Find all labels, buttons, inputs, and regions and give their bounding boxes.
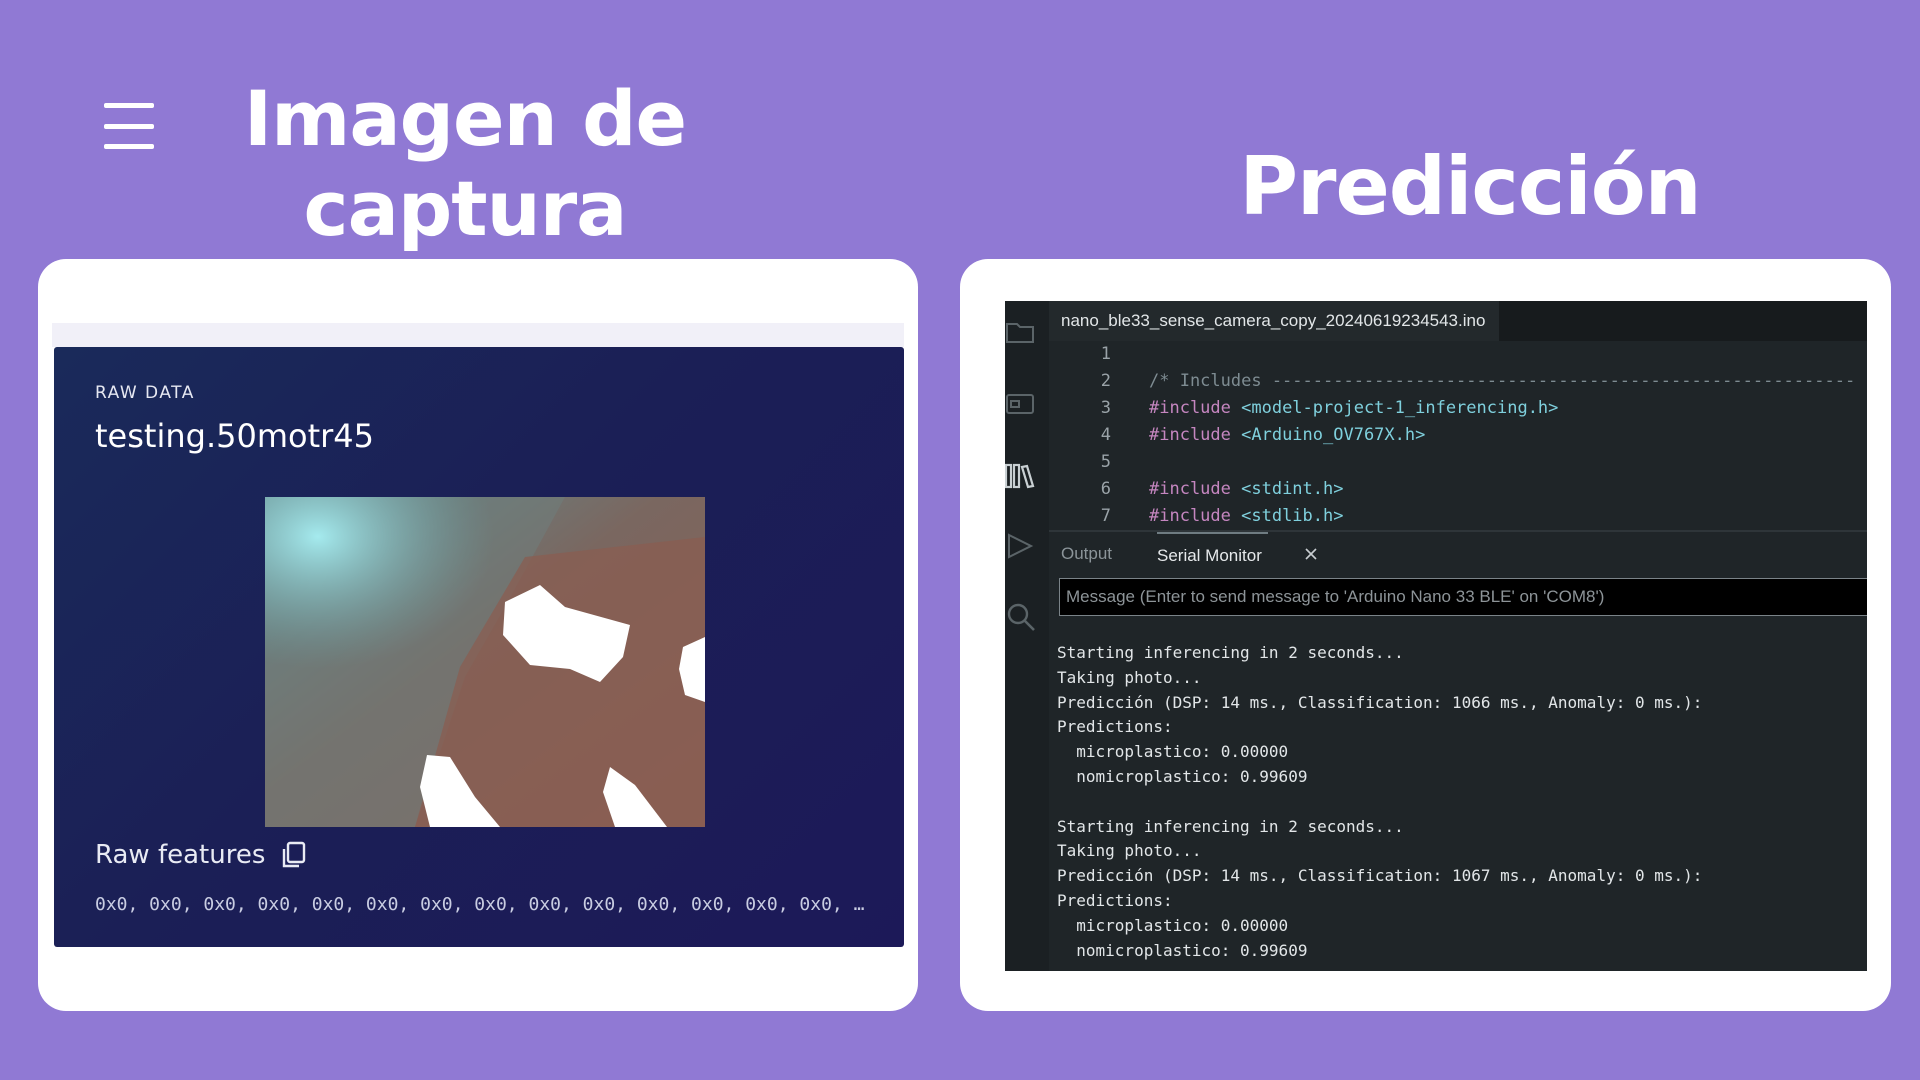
raw-features-header: Raw features	[95, 840, 307, 870]
serial-line: Predicción (DSP: 14 ms., Classification:…	[1057, 866, 1703, 886]
serial-line: Predicción (DSP: 14 ms., Classification:…	[1057, 692, 1703, 712]
raw-features-title: Raw features	[95, 840, 266, 870]
code-line: 2 /* Includes ---------------------------…	[1049, 368, 1867, 394]
captured-image	[265, 497, 705, 827]
card-top-strip	[52, 323, 904, 347]
tab-serial-monitor[interactable]: Serial Monitor	[1157, 532, 1268, 578]
code-line: 3 #include <model-project-1_inferencing.h…	[1049, 395, 1867, 421]
library-icon[interactable]	[1005, 459, 1039, 493]
code-line: 7 #include <stdlib.h>	[1049, 503, 1867, 529]
serial-line: Predictions:	[1057, 890, 1173, 910]
file-tab-bar: nano_ble33_sense_camera_copy_20240619234…	[1049, 301, 1867, 341]
menu-bar	[104, 144, 154, 149]
search-icon[interactable]	[1005, 601, 1039, 635]
menu-bar	[104, 123, 154, 129]
serial-line: microplastico: 0.00000	[1057, 915, 1289, 935]
line-number: 1	[1100, 344, 1111, 364]
serial-line: Starting inferencing in 2 seconds...	[1057, 643, 1404, 662]
activity-bar	[1005, 301, 1049, 971]
code-line: 4 #include <Arduino_OV767X.h>	[1049, 422, 1867, 448]
serial-line: microplastico: 0.00000	[1057, 742, 1289, 762]
code-line: 6 #include <stdint.h>	[1049, 476, 1867, 502]
right-heading: Predicción	[1230, 142, 1710, 232]
right-heading-text: Predicción	[1239, 140, 1701, 233]
raw-data-panel: RAW DATA testing.50motr45 Raw features 0…	[54, 347, 904, 947]
arduino-ide: nano_ble33_sense_camera_copy_20240619234…	[1005, 301, 1867, 971]
left-heading: Imagen de captura	[230, 74, 700, 254]
raw-features-values: 0x0, 0x0, 0x0, 0x0, 0x0, 0x0, 0x0, 0x0, …	[95, 894, 865, 915]
line-number: 4	[1100, 425, 1111, 445]
line-number: 6	[1100, 479, 1111, 499]
serial-line: nomicroplastico: 0.99609	[1057, 766, 1308, 786]
bottom-panel-tabs: Output Serial Monitor	[1049, 532, 1867, 576]
sample-name: testing.50motr45	[95, 417, 374, 455]
tab-output[interactable]: Output	[1061, 532, 1112, 576]
copy-icon[interactable]	[281, 841, 307, 869]
hamburger-menu-icon[interactable]	[104, 103, 154, 149]
tab-sketch-file[interactable]: nano_ble33_sense_camera_copy_20240619234…	[1049, 301, 1500, 341]
serial-line: Taking photo...	[1057, 841, 1202, 861]
left-heading-text: Imagen de captura	[243, 74, 687, 253]
folder-icon[interactable]	[1005, 315, 1039, 349]
serial-message-input[interactable]	[1059, 578, 1867, 616]
line-number: 7	[1100, 506, 1111, 526]
serial-line: nomicroplastico: 0.99609	[1057, 940, 1308, 960]
debug-icon[interactable]	[1005, 529, 1039, 563]
code-text: #include <model-project-1_inferencing.h>	[1149, 398, 1559, 418]
code-line: 1	[1049, 341, 1867, 367]
code-line: 5	[1049, 449, 1867, 475]
menu-bar	[104, 103, 154, 108]
code-text: #include <stdlib.h>	[1149, 506, 1344, 526]
code-editor[interactable]: 1 2 /* Includes --------------------------…	[1049, 341, 1867, 530]
line-number: 5	[1100, 452, 1111, 472]
serial-line	[1057, 790, 1867, 815]
serial-line: Taking photo...	[1057, 667, 1202, 687]
code-text: #include <Arduino_OV767X.h>	[1149, 425, 1426, 445]
serial-line: Predictions:	[1057, 717, 1173, 737]
prediction-card: nano_ble33_sense_camera_copy_20240619234…	[960, 259, 1891, 1011]
code-text: #include <stdint.h>	[1149, 479, 1344, 499]
line-number: 2	[1100, 371, 1111, 391]
serial-output: Starting inferencing in 2 seconds... Taki…	[1057, 641, 1867, 963]
raw-data-label: RAW DATA	[95, 383, 195, 403]
code-text: /* Includes ----------------------------…	[1149, 371, 1856, 391]
serial-line: Starting inferencing in 2 seconds...	[1057, 816, 1404, 836]
close-icon[interactable]	[1303, 546, 1319, 562]
line-number: 3	[1100, 398, 1111, 418]
board-icon[interactable]	[1005, 387, 1039, 421]
capture-card: RAW DATA testing.50motr45 Raw features 0…	[38, 259, 918, 1011]
